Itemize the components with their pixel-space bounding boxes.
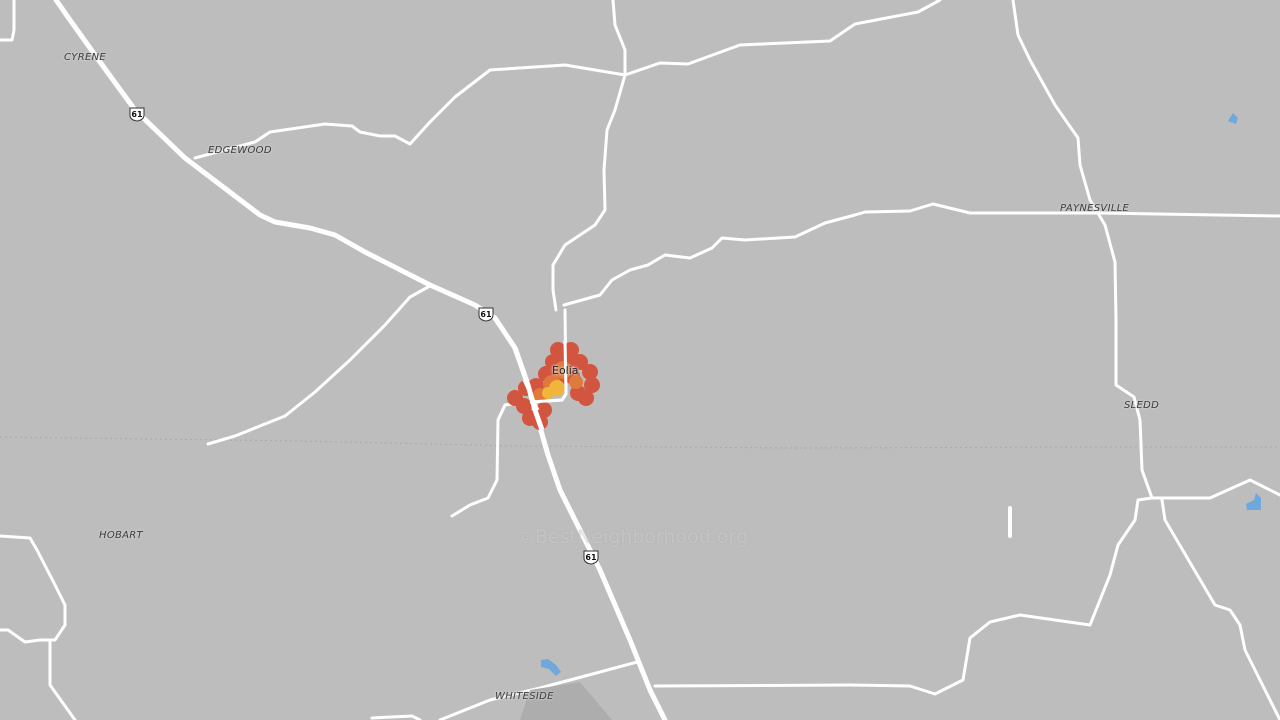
- place-label-edgewood: EDGEWOOD: [208, 145, 272, 156]
- road-paynesville: [1011, 0, 1280, 500]
- road-nw-corner: [0, 0, 16, 42]
- route-number: 61: [131, 110, 143, 119]
- place-label-sledd: SLEDD: [1124, 400, 1160, 411]
- road-north-central: [551, 0, 627, 312]
- county-boundary: [0, 436, 1280, 449]
- place-label-hobart: HOBART: [99, 530, 143, 541]
- town-label-eolia[interactable]: Eolia: [552, 364, 579, 377]
- pond-se: [1246, 493, 1261, 510]
- us-route-shield-icon: 61: [478, 307, 494, 322]
- road-edgewood: [193, 0, 942, 160]
- road-east-branch: [1160, 498, 1280, 720]
- us-route-shield-icon: 61: [583, 550, 599, 565]
- place-label-cyrene: CYRENE: [64, 52, 106, 63]
- watermark: ©BestNeighborhood.org: [516, 526, 749, 548]
- place-label-whiteside: WHITESIDE: [495, 691, 554, 702]
- road-east-arc: [562, 202, 1280, 307]
- road-west-edge: [0, 534, 67, 644]
- road-sw-diagonal: [206, 284, 432, 446]
- water-bodies: [541, 113, 1261, 676]
- route-number: 61: [480, 310, 492, 319]
- route-number: 61: [585, 553, 597, 562]
- pond-ne: [1228, 113, 1238, 124]
- roads: [0, 0, 1280, 720]
- road-sw-spur: [48, 638, 77, 720]
- map-canvas[interactable]: CYRENE EDGEWOOD PAYNESVILLE SLEDD HOBART…: [0, 0, 1280, 720]
- pond-south: [541, 659, 561, 676]
- us-route-shield-icon: 61: [129, 107, 145, 122]
- road-eolia-south: [450, 400, 532, 518]
- place-label-paynesville: PAYNESVILLE: [1060, 203, 1130, 214]
- map-base-layer: [0, 0, 1280, 720]
- heatmap: [507, 339, 600, 431]
